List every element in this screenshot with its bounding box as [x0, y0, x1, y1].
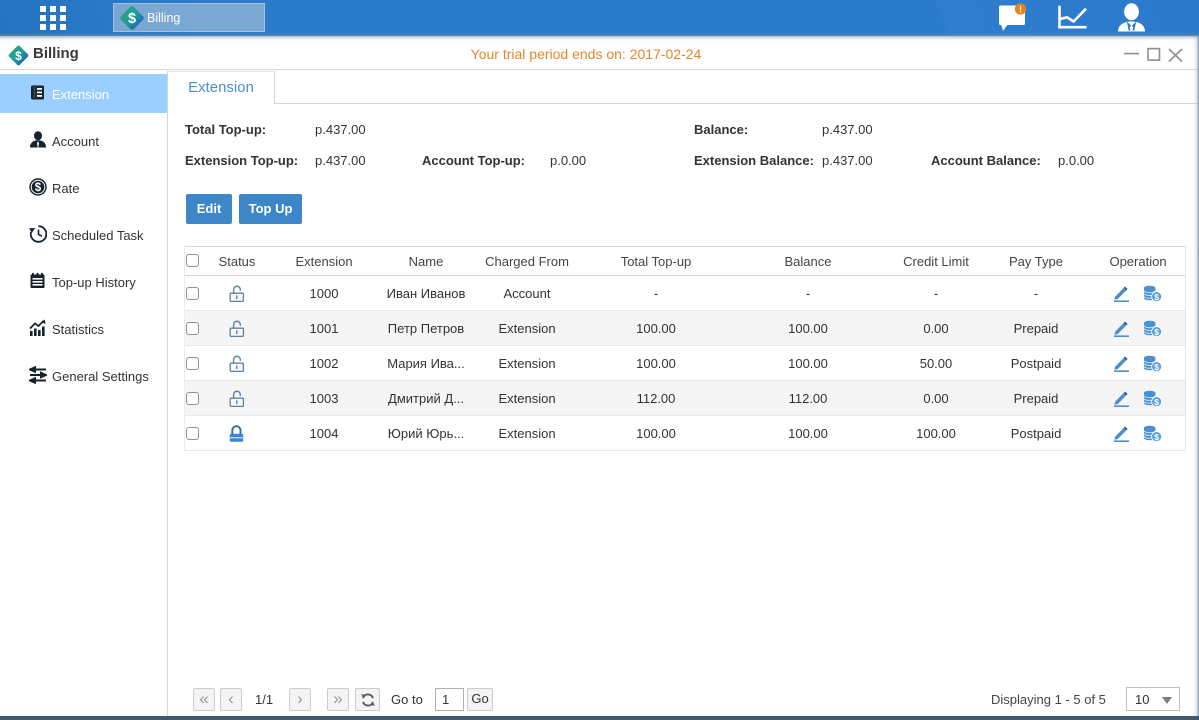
- svg-text:!: !: [1019, 5, 1022, 15]
- svg-text:$: $: [35, 182, 42, 194]
- svg-text:$: $: [128, 11, 136, 27]
